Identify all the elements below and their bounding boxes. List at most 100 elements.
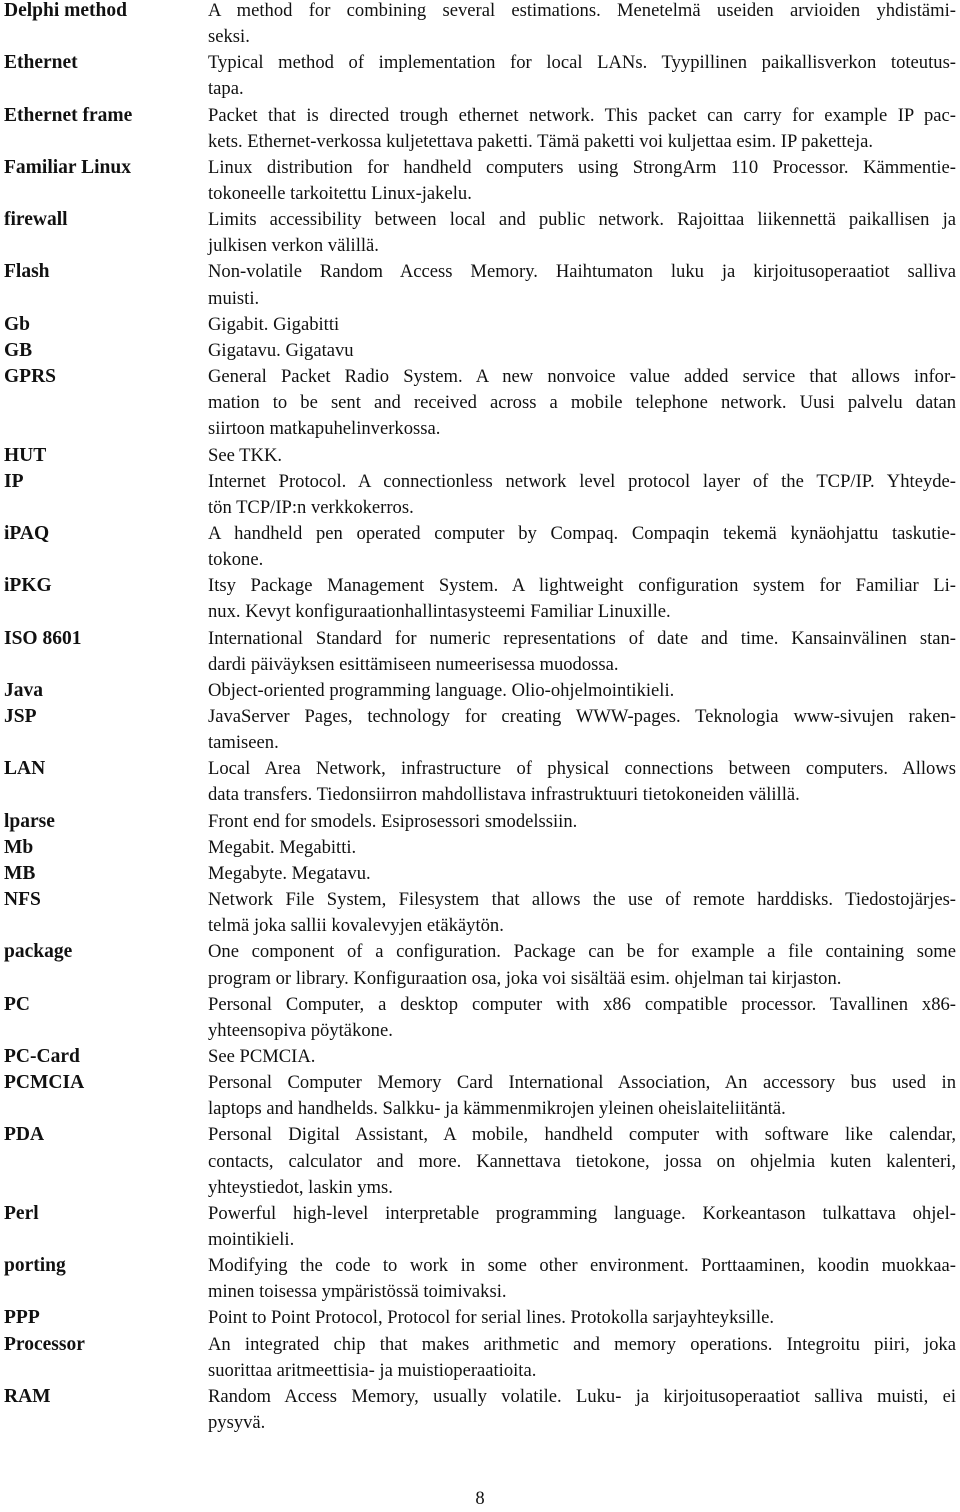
glossary-entry: PC Personal Computer, a desktop computer … bbox=[0, 992, 960, 1044]
page-number: 8 bbox=[475, 1488, 485, 1509]
definition-line: Packet that is directed trough ethernet … bbox=[208, 104, 956, 126]
glossary-definition: See PCMCIA. bbox=[208, 1044, 960, 1070]
definition-line: Random Access Memory, usually volatile. … bbox=[208, 1385, 956, 1407]
glossary-entry: GPRS General Packet Radio System. A new n… bbox=[0, 364, 960, 442]
glossary-entry: Gb Gigabit. Gigabitti bbox=[0, 312, 960, 338]
definition-line: Internet Protocol. A connectionless netw… bbox=[208, 470, 956, 492]
glossary-entry: iPKG Itsy Package Management System. A li… bbox=[0, 573, 960, 625]
glossary-term: Gb bbox=[4, 313, 31, 335]
glossary-entry: JSP JavaServer Pages, technology for crea… bbox=[0, 704, 960, 756]
glossary-term: Delphi method bbox=[4, 0, 127, 21]
definition-line: dardi päiväyksen esittämiseen numeerises… bbox=[208, 653, 619, 675]
glossary-term: Perl bbox=[4, 1202, 39, 1224]
glossary-definition: Point to Point Protocol, Protocol for se… bbox=[208, 1305, 960, 1331]
definition-line: Gigatavu. Gigatavu bbox=[208, 339, 354, 361]
glossary-entry: Java Object-oriented programming language… bbox=[0, 678, 960, 704]
glossary-definition: Object-oriented programming language. Ol… bbox=[208, 678, 960, 704]
glossary-entry: Ethernet Typical method of implementation… bbox=[0, 50, 960, 102]
glossary-definition: Megabit. Megabitti. bbox=[208, 835, 960, 861]
definition-line: muisti. bbox=[208, 287, 260, 309]
definition-line: tokoneelle tarkoitettu Linux-jakelu. bbox=[208, 183, 472, 205]
glossary-term: Flash bbox=[4, 261, 50, 283]
glossary-term: Mb bbox=[4, 836, 34, 858]
glossary-term: Ethernet bbox=[4, 52, 78, 74]
glossary-term: porting bbox=[4, 1255, 66, 1277]
definition-line: Megabyte. Megatavu. bbox=[208, 862, 371, 884]
glossary-term: Processor bbox=[4, 1333, 85, 1355]
glossary-term: IP bbox=[4, 470, 24, 492]
glossary-term: PDA bbox=[4, 1124, 45, 1146]
glossary-definition: Gigabit. Gigabitti bbox=[208, 312, 960, 338]
definition-line: mation to be sent and received across a … bbox=[208, 392, 956, 414]
glossary-definition: Linux distribution for handheld computer… bbox=[208, 155, 960, 207]
glossary-entry: ISO 8601 International Standard for numer… bbox=[0, 626, 960, 678]
glossary-term: GB bbox=[4, 339, 33, 361]
glossary-term: ISO 8601 bbox=[4, 627, 82, 649]
glossary-definition: Personal Computer, a desktop computer wi… bbox=[208, 992, 960, 1044]
definition-line: Front end for smodels. Esiprosessori smo… bbox=[208, 810, 578, 832]
definition-line: One component of a configuration. Packag… bbox=[208, 941, 956, 963]
glossary-definition: Local Area Network, infrastructure of ph… bbox=[208, 756, 960, 808]
glossary-definition: Megabyte. Megatavu. bbox=[208, 861, 960, 887]
definition-line: minen toisessa ympäristössä toimivaksi. bbox=[208, 1281, 507, 1303]
glossary-definition: Itsy Package Management System. A lightw… bbox=[208, 573, 960, 625]
definition-line: Non-volatile Random Access Memory. Haiht… bbox=[208, 261, 956, 283]
glossary-definition: Modifying the code to work in some other… bbox=[208, 1253, 960, 1305]
definition-line: Local Area Network, infrastructure of ph… bbox=[208, 758, 956, 780]
glossary-term: JSP bbox=[4, 706, 37, 728]
glossary-definition: Personal Digital Assistant, A mobile, ha… bbox=[208, 1122, 960, 1200]
glossary-entry: PPP Point to Point Protocol, Protocol for… bbox=[0, 1305, 960, 1331]
glossary-entry: package One component of a configuration.… bbox=[0, 939, 960, 991]
glossary-definition: International Standard for numeric repre… bbox=[208, 626, 960, 678]
glossary-term: PCMCIA bbox=[4, 1072, 85, 1094]
definition-line: nux. Kevyt konfiguraationhallintasysteem… bbox=[208, 601, 671, 623]
glossary-term: MB bbox=[4, 862, 36, 884]
definition-line: contacts, calculator and more. Kannettav… bbox=[208, 1150, 956, 1172]
glossary-entry: IP Internet Protocol. A connectionless ne… bbox=[0, 469, 960, 521]
glossary-term: Java bbox=[4, 679, 43, 701]
definition-line: Gigabit. Gigabitti bbox=[208, 313, 340, 335]
glossary-entry: HUT See TKK. bbox=[0, 443, 960, 469]
glossary-definition: Powerful high-level interpretable progra… bbox=[208, 1201, 960, 1253]
glossary-entry: porting Modifying the code to work in som… bbox=[0, 1253, 960, 1305]
glossary-definition: JavaServer Pages, technology for creatin… bbox=[208, 704, 960, 756]
glossary-definition: Typical method of implementation for loc… bbox=[208, 50, 960, 102]
glossary-entry: NFS Network File System, Filesystem that … bbox=[0, 887, 960, 939]
glossary-entry: PC-Card See PCMCIA. bbox=[0, 1044, 960, 1070]
definition-line: Typical method of implementation for loc… bbox=[208, 52, 956, 74]
glossary-term: iPAQ bbox=[4, 522, 50, 544]
glossary-term: PC bbox=[4, 993, 30, 1015]
definition-line: Personal Digital Assistant, A mobile, ha… bbox=[208, 1124, 956, 1146]
glossary-definition: An integrated chip that makes arithmetic… bbox=[208, 1332, 960, 1384]
definition-line: kets. Ethernet-verkossa kuljetettava pak… bbox=[208, 130, 874, 152]
definition-line: Powerful high-level interpretable progra… bbox=[208, 1202, 956, 1224]
definition-line: Point to Point Protocol, Protocol for se… bbox=[208, 1307, 775, 1329]
glossary-term: Familiar Linux bbox=[4, 156, 131, 178]
glossary-definition: Internet Protocol. A connectionless netw… bbox=[208, 469, 960, 521]
definition-line: Network File System, Filesystem that all… bbox=[208, 889, 956, 911]
glossary-term: PPP bbox=[4, 1307, 40, 1329]
glossary-entry: GB Gigatavu. Gigatavu bbox=[0, 338, 960, 364]
glossary-entry: PDA Personal Digital Assistant, A mobile,… bbox=[0, 1122, 960, 1200]
definition-line: A method for combining several estimatio… bbox=[208, 0, 956, 21]
definition-line: program or library. Konfiguraation osa, … bbox=[208, 967, 842, 989]
glossary-definition: Gigatavu. Gigatavu bbox=[208, 338, 960, 364]
glossary-term: Ethernet frame bbox=[4, 104, 133, 126]
glossary-definition: Random Access Memory, usually volatile. … bbox=[208, 1384, 960, 1436]
glossary-term: package bbox=[4, 941, 73, 963]
definition-line: laptops and handhelds. Salkku- ja kämmen… bbox=[208, 1098, 786, 1120]
glossary-definition: Limits accessibility between local and p… bbox=[208, 207, 960, 259]
glossary-definition: Network File System, Filesystem that all… bbox=[208, 887, 960, 939]
definition-line: JavaServer Pages, technology for creatin… bbox=[208, 706, 956, 728]
definition-line: International Standard for numeric repre… bbox=[208, 627, 956, 649]
glossary-entry: Perl Powerful high-level interpretable pr… bbox=[0, 1201, 960, 1253]
definition-line: telmä joka sallii kovalevyjen etäkäytön. bbox=[208, 915, 504, 937]
definition-line: A handheld pen operated computer by Comp… bbox=[208, 522, 956, 544]
glossary-term: RAM bbox=[4, 1385, 51, 1407]
glossary-entry: firewall Limits accessibility between loc… bbox=[0, 207, 960, 259]
definition-line: yhteensopiva pöytäkone. bbox=[208, 1019, 393, 1041]
glossary-definition: A method for combining several estimatio… bbox=[208, 0, 960, 50]
glossary-entry: iPAQ A handheld pen operated computer by … bbox=[0, 521, 960, 573]
glossary-definition: General Packet Radio System. A new nonvo… bbox=[208, 364, 960, 442]
definition-line: Itsy Package Management System. A lightw… bbox=[208, 575, 956, 597]
